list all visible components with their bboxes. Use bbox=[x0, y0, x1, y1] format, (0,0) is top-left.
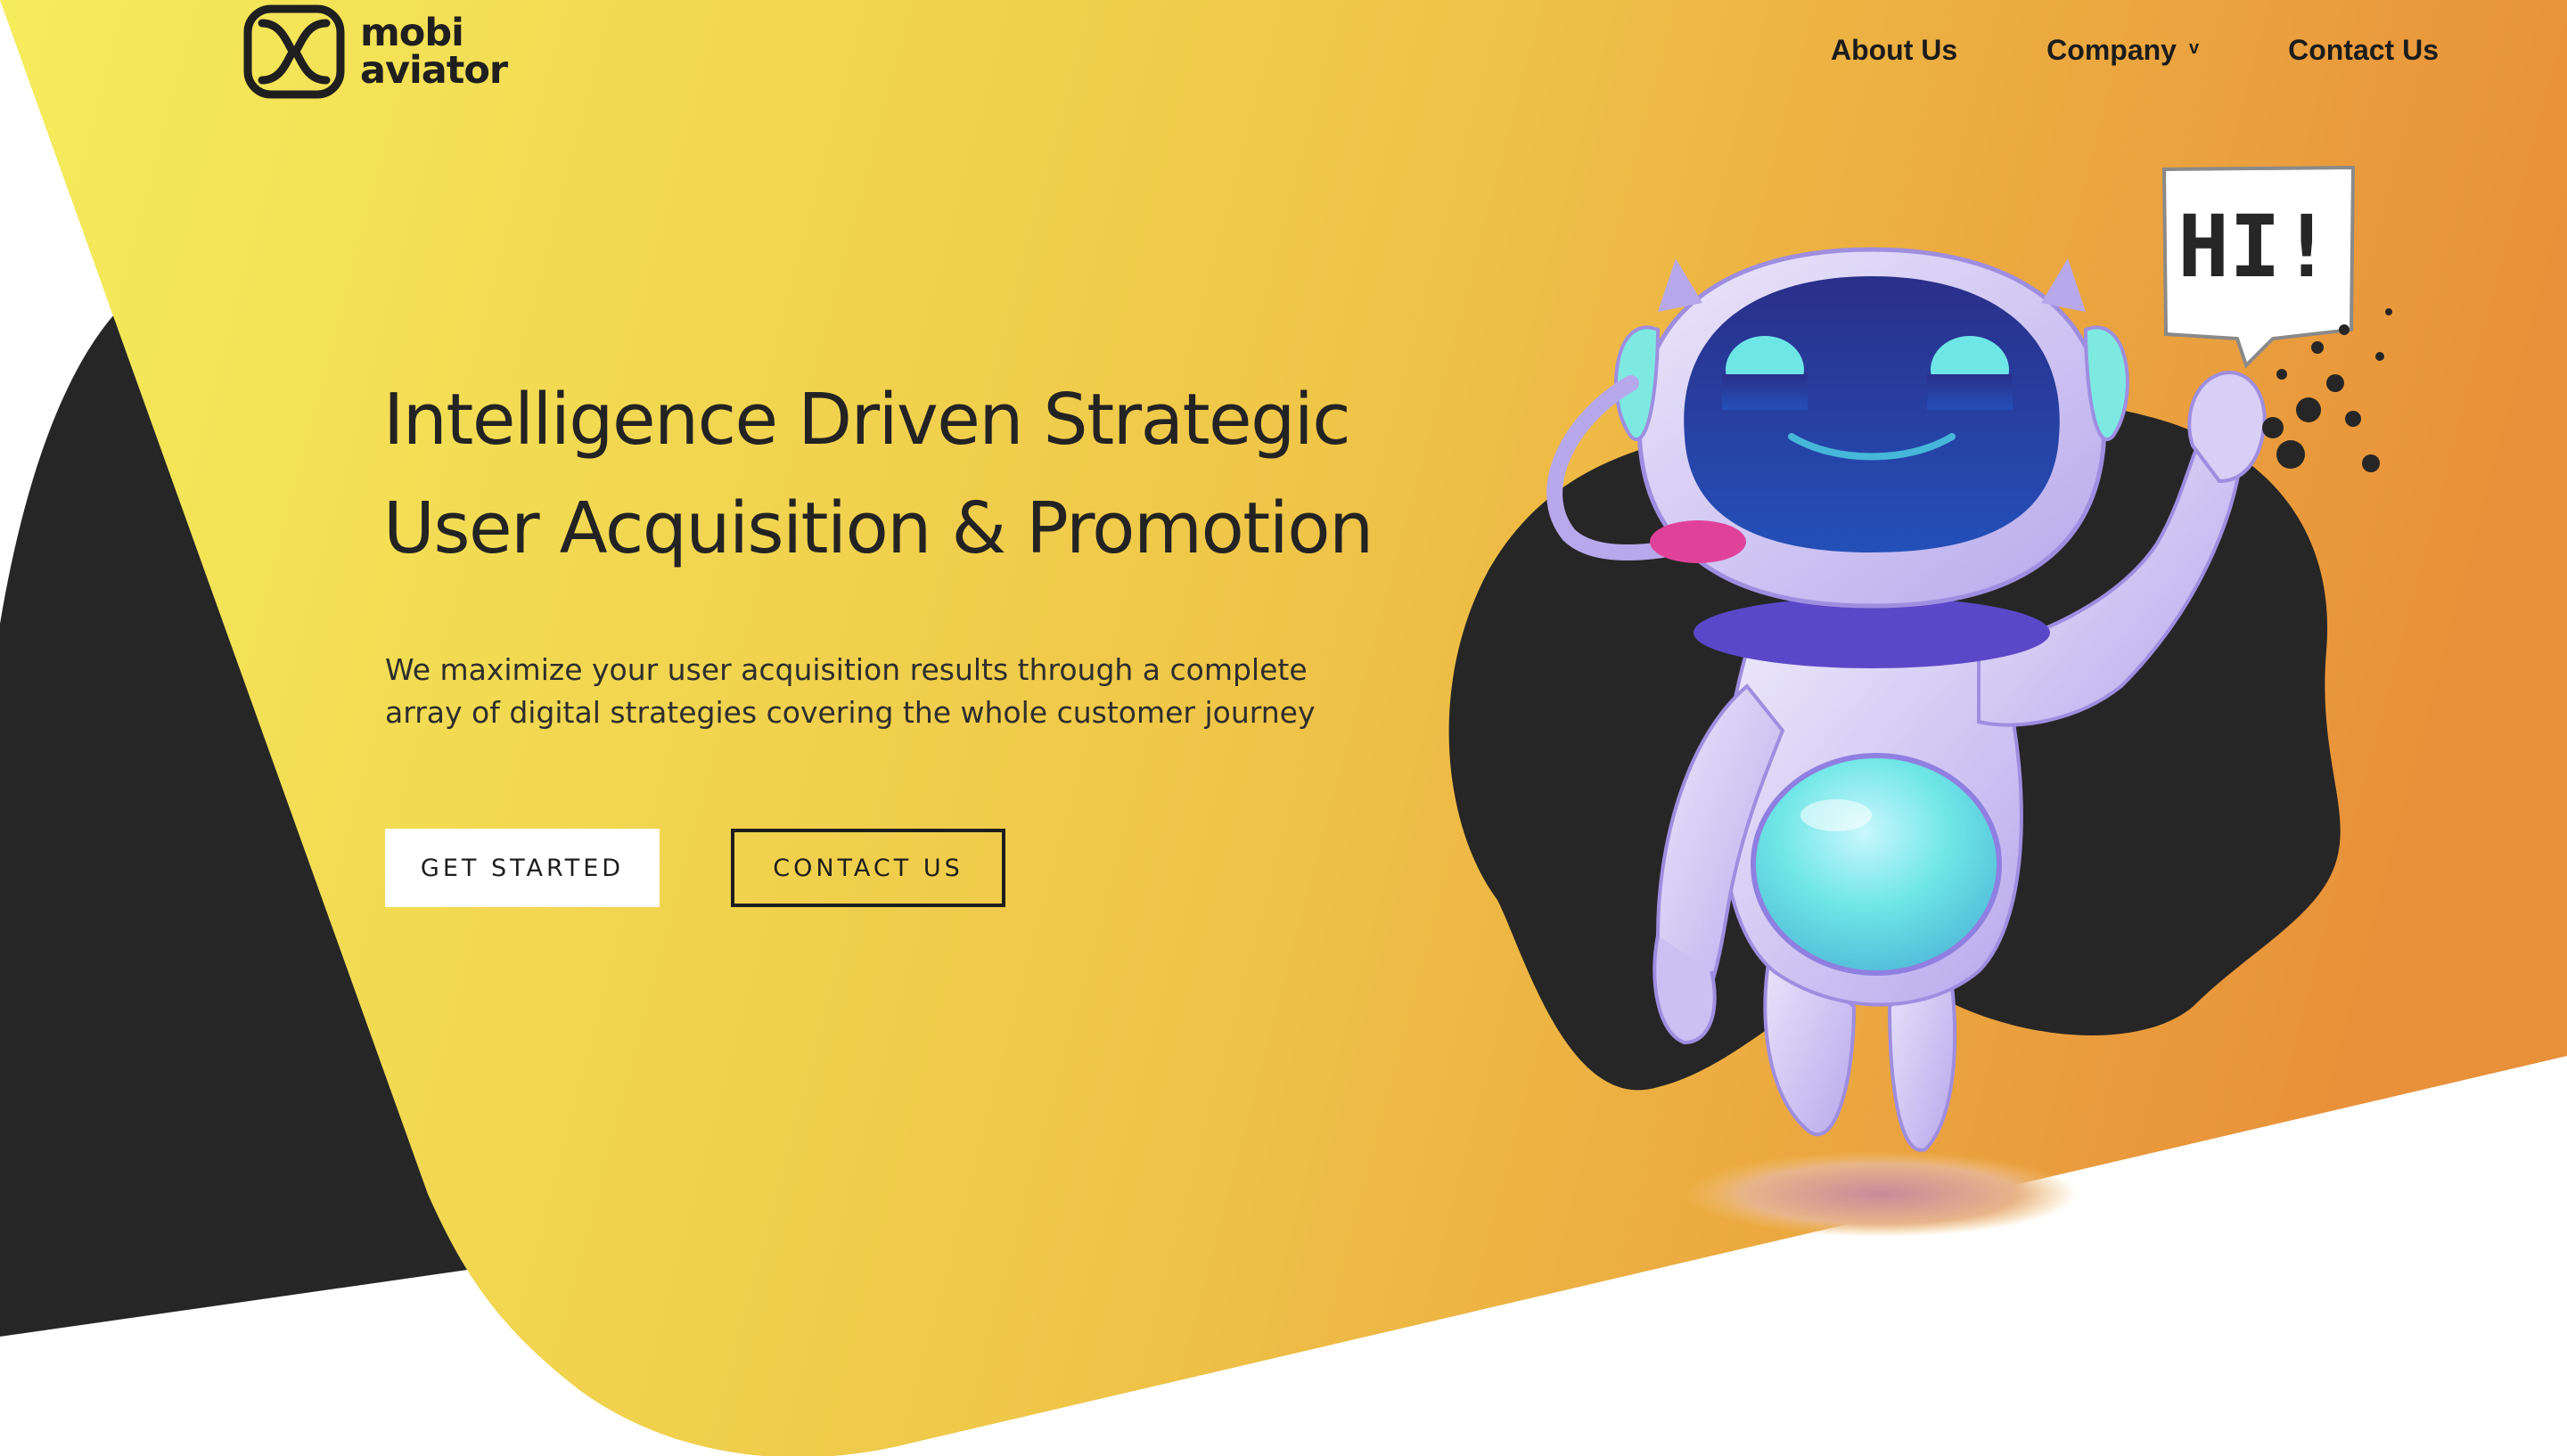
brand-name: mobi aviator bbox=[360, 11, 508, 93]
robot-belly-orb bbox=[1751, 753, 2002, 976]
robot-visor bbox=[1684, 276, 2060, 552]
speech-bubble-text: HI! bbox=[2177, 197, 2332, 297]
hero-description: We maximize your user acquisition result… bbox=[385, 649, 1410, 734]
robot-floor-shadow bbox=[1685, 1151, 2077, 1237]
nav-about-us[interactable]: About Us bbox=[1831, 34, 1957, 67]
hero-headline-line1: Intelligence Driven Strategic bbox=[383, 379, 1351, 461]
speech-bubble: HI! bbox=[2161, 165, 2356, 369]
chevron-down-icon: v bbox=[2188, 38, 2200, 58]
infinity-loop-logo-icon bbox=[243, 4, 345, 99]
contact-us-button[interactable]: CONTACT US bbox=[731, 829, 1005, 907]
nav-company-label: Company bbox=[2046, 34, 2177, 66]
robot-mascot-illustration: HI! bbox=[1448, 165, 2392, 1237]
nav-about-us-label: About Us bbox=[1830, 34, 1958, 66]
hero-description-line1: We maximize your user acquisition result… bbox=[385, 652, 1308, 687]
brand-name-line2: aviator bbox=[360, 48, 508, 93]
hero-description-line2: array of digital strategies covering the… bbox=[385, 695, 1316, 730]
hero-headline-line2: User Acquisition & Promotion bbox=[383, 487, 1374, 569]
nav-contact-us-label: Contact Us bbox=[2288, 34, 2439, 66]
nav-company-dropdown[interactable]: Company v bbox=[2046, 34, 2199, 67]
get-started-button[interactable]: GET STARTED bbox=[385, 829, 660, 907]
brand-logo[interactable]: mobi aviator bbox=[242, 4, 508, 100]
main-nav: About Us Company v Contact Us bbox=[1831, 34, 2439, 67]
nav-contact-us[interactable]: Contact Us bbox=[2288, 34, 2439, 67]
brand-name-line1: mobi bbox=[360, 11, 464, 55]
hero-headline: Intelligence Driven Strategic User Acqui… bbox=[383, 365, 1374, 583]
